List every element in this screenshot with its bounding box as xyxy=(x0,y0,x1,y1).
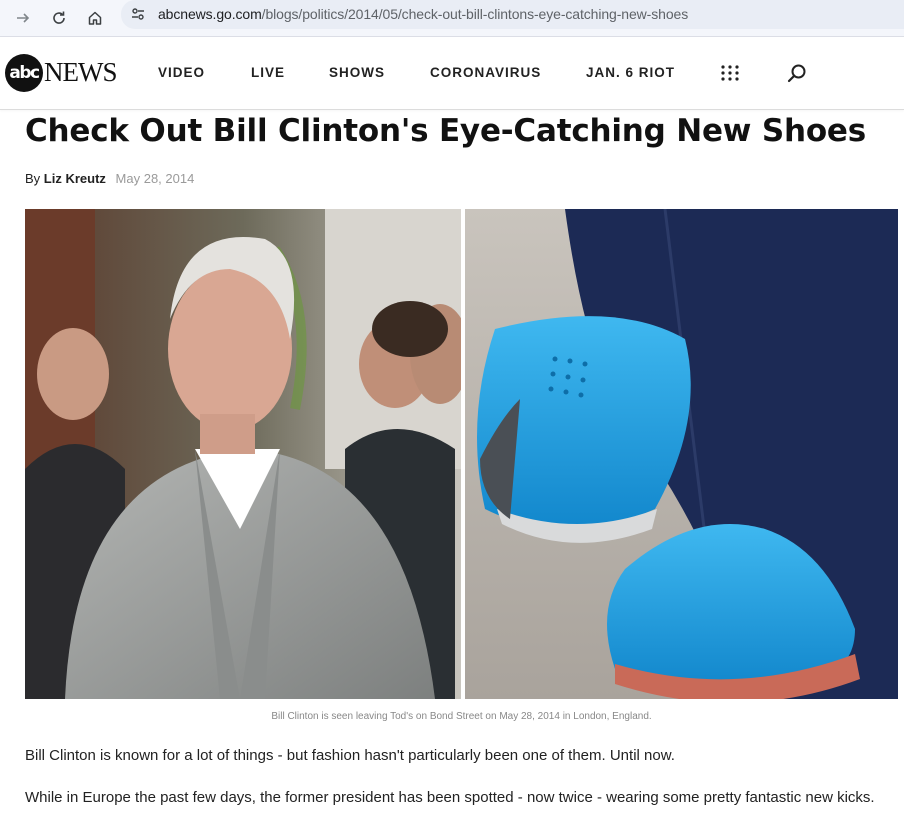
photo-illustration xyxy=(25,209,898,699)
arrow-right-icon xyxy=(17,13,30,23)
article-photo xyxy=(25,209,898,699)
nav-video[interactable]: VIDEO xyxy=(158,65,205,80)
byline: By Liz Kreutz May 28, 2014 xyxy=(25,171,194,186)
logo-circle: abc xyxy=(5,54,43,92)
publish-date: May 28, 2014 xyxy=(115,171,195,186)
address-bar[interactable]: abcnews.go.com/blogs/politics/2014/05/ch… xyxy=(121,0,904,29)
photo-caption: Bill Clinton is seen leaving Tod's on Bo… xyxy=(271,711,652,722)
byline-prefix: By xyxy=(25,171,41,186)
more-menu-grid-icon[interactable] xyxy=(720,63,740,83)
home-button[interactable] xyxy=(81,4,109,32)
reload-icon xyxy=(53,11,65,24)
reload-button[interactable] xyxy=(45,4,73,32)
url-text[interactable]: abcnews.go.com/blogs/politics/2014/05/ch… xyxy=(158,6,688,22)
url-path: /blogs/politics/2014/05/check-out-bill-c… xyxy=(261,6,689,22)
forward-button[interactable] xyxy=(9,4,37,32)
logo-wordmark: NEWS xyxy=(44,57,117,87)
search-icon[interactable] xyxy=(786,62,808,84)
article-paragraph: Bill Clinton is known for a lot of thing… xyxy=(25,747,675,764)
abc-news-logo[interactable]: abc NEWS xyxy=(5,54,117,94)
article-headline: Check Out Bill Clinton's Eye-Catching Ne… xyxy=(25,113,867,149)
url-host: abcnews.go.com xyxy=(158,6,262,22)
site-settings-icon[interactable] xyxy=(130,6,146,22)
article-paragraph: While in Europe the past few days, the f… xyxy=(25,789,875,806)
nav-shows[interactable]: SHOWS xyxy=(329,65,385,80)
author-link[interactable]: Liz Kreutz xyxy=(44,171,106,186)
nav-live[interactable]: LIVE xyxy=(251,65,285,80)
home-icon xyxy=(88,11,102,25)
nav-coronavirus[interactable]: CORONAVIRUS xyxy=(430,65,541,80)
site-header: abc NEWS VIDEO LIVE SHOWS CORONAVIRUS JA… xyxy=(0,37,904,110)
browser-toolbar: abcnews.go.com/blogs/politics/2014/05/ch… xyxy=(0,0,904,37)
nav-jan6-riot[interactable]: JAN. 6 RIOT xyxy=(586,65,675,80)
